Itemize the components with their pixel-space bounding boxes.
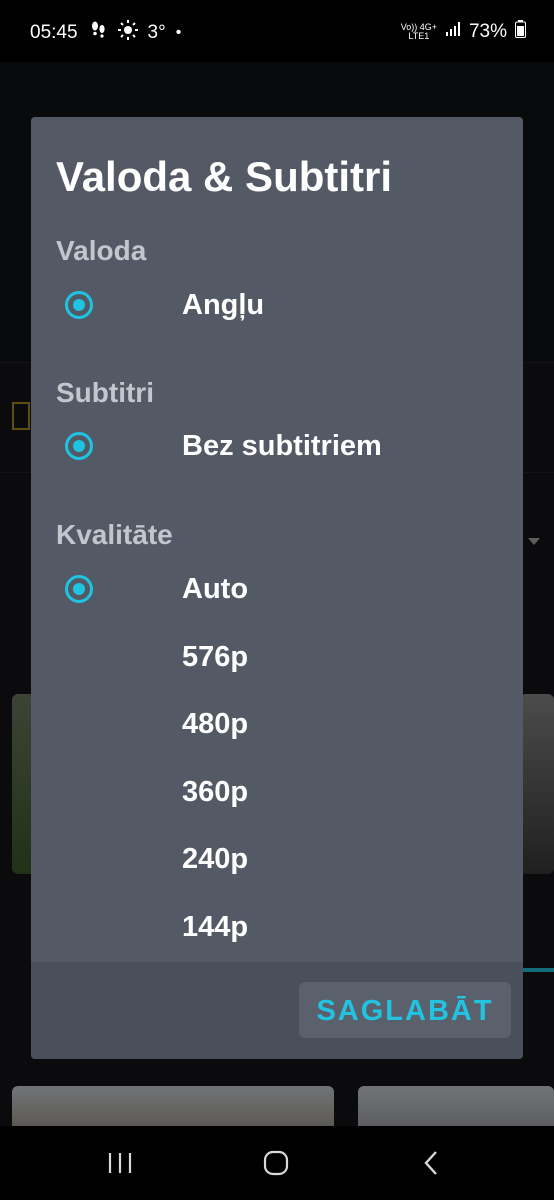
footsteps-icon: [88, 20, 108, 46]
language-option[interactable]: Angļu: [31, 279, 523, 335]
home-icon[interactable]: [256, 1148, 296, 1178]
subtitles-option[interactable]: Bez subtitriem: [31, 420, 523, 476]
quality-option-label: 576p: [182, 641, 249, 673]
quality-option-label: Auto: [182, 573, 249, 605]
quality-option-144p[interactable]: 144p: [31, 901, 523, 957]
dialog-footer: SAGLABĀT: [31, 962, 523, 1059]
quality-option-label: 240p: [182, 843, 249, 875]
save-button[interactable]: SAGLABĀT: [299, 982, 511, 1038]
radio-selected-icon[interactable]: [65, 291, 93, 319]
quality-option-label: 144p: [182, 911, 249, 943]
recent-apps-icon[interactable]: [100, 1148, 140, 1178]
radio-selected-icon[interactable]: [65, 575, 93, 603]
status-bar: 05:45 3° • Vo)) 4G+ LTE1 73%: [0, 0, 554, 62]
status-time: 05:45: [30, 22, 78, 43]
language-subtitles-dialog: Valoda & Subtitri Valoda Angļu Subtitri …: [31, 117, 523, 1059]
subtitles-option-label: Bez subtitriem: [182, 430, 382, 462]
quality-option-label: 360p: [182, 776, 249, 808]
signal-icon: [445, 21, 461, 43]
quality-option-auto[interactable]: Auto: [31, 563, 523, 619]
network-bottom-label: LTE1: [408, 31, 430, 41]
dialog-title: Valoda & Subtitri: [56, 153, 393, 200]
subtitles-section-label: Subtitri: [56, 377, 154, 408]
notification-dot-icon: •: [175, 24, 182, 41]
status-temperature: 3°: [147, 22, 166, 43]
weather-sun-icon: [117, 20, 138, 46]
quality-option-360p[interactable]: 360p: [31, 766, 523, 822]
quality-option-label: 480p: [182, 708, 249, 740]
network-indicator: Vo)) 4G+ LTE1: [401, 23, 437, 41]
battery-icon: [515, 20, 526, 44]
back-icon[interactable]: [412, 1148, 452, 1178]
language-section-label: Valoda: [56, 235, 147, 266]
navigation-bar: [0, 1126, 554, 1200]
quality-option-480p[interactable]: 480p: [31, 698, 523, 754]
language-option-label: Angļu: [182, 289, 265, 321]
battery-percent: 73%: [468, 21, 507, 42]
quality-option-240p[interactable]: 240p: [31, 833, 523, 889]
quality-option-576p[interactable]: 576p: [31, 631, 523, 687]
quality-section-label: Kvalitāte: [56, 519, 173, 550]
radio-selected-icon[interactable]: [65, 432, 93, 460]
